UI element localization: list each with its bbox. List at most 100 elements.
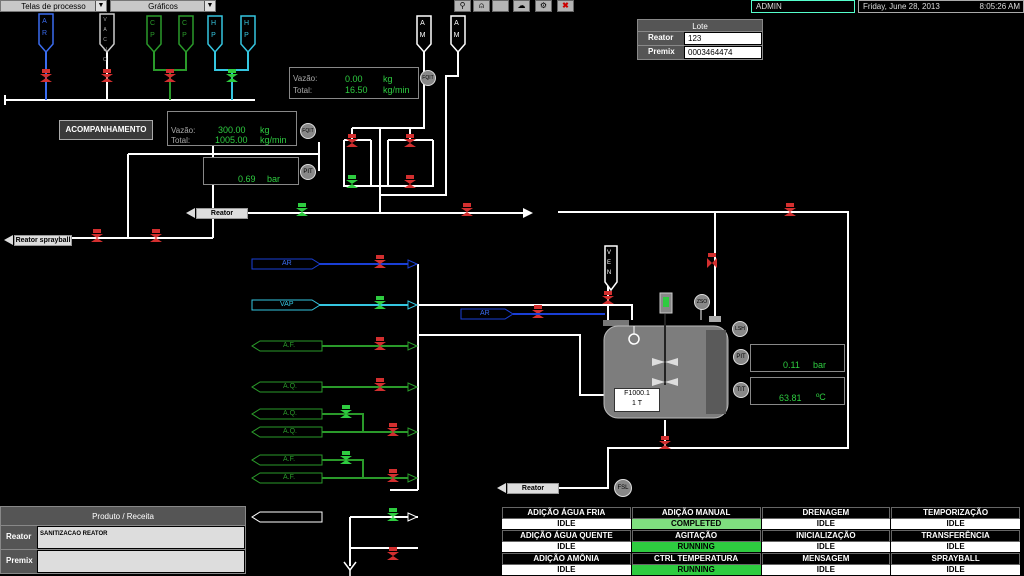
pit-top-label: PIT xyxy=(303,169,313,175)
status-sprayball: SPRAYBALL IDLE xyxy=(891,553,1020,575)
line-label-am-1: A M xyxy=(419,20,426,38)
flow-left-vazao-unit: kg xyxy=(260,125,270,135)
flow-totalizer-top: Vazão: 0.00 kg Total: 16.50 kg/min xyxy=(289,67,419,99)
pressure-display-top: 0.69 bar xyxy=(203,157,299,185)
flow-left-total-label: Total: xyxy=(171,136,191,145)
status-value: COMPLETED xyxy=(631,519,761,529)
tank-pressure-display: 0.11 bar xyxy=(750,344,845,372)
inlet-label-ar-2: AR xyxy=(480,310,490,317)
pressure-top-value: 0.69 xyxy=(238,174,256,184)
produto-reator-label: Reator xyxy=(1,526,37,549)
destination-reator-bottom[interactable]: Reator xyxy=(507,483,559,494)
status-temporizacao: TEMPORIZAÇÃO IDLE xyxy=(891,507,1020,529)
pressure-top-unit: bar xyxy=(267,174,281,184)
flow-top-vazao-unit: kg xyxy=(383,74,393,84)
status-agitacao: AGITAÇÃO RUNNING xyxy=(631,530,761,552)
inlet-label-ar: AR xyxy=(282,260,292,267)
line-label-vacuo: V A C U O xyxy=(102,17,108,62)
line-label-cp-1: C P xyxy=(149,20,156,38)
status-value: IDLE xyxy=(891,519,1020,529)
tank-capacity: 1 T xyxy=(632,400,642,407)
inlet-label-af-3: A.F. xyxy=(283,474,296,481)
inlet-label-aq-2: A.Q. xyxy=(283,410,298,417)
lsh-instrument[interactable]: LSH xyxy=(732,321,748,337)
tank-pressure-unit: bar xyxy=(813,360,827,370)
destination-reator-sprayball[interactable]: Reator sprayball xyxy=(14,235,72,246)
produto-title: Produto / Receita xyxy=(0,506,246,526)
status-adicao-amonia: ADIÇÃO AMÔNIA IDLE xyxy=(502,553,631,575)
status-name: SPRAYBALL xyxy=(891,553,1020,565)
flow-left-vazao-label: Vazão: xyxy=(171,126,196,135)
flow-top-total-unit: kg/min xyxy=(383,85,410,95)
tit-instrument[interactable]: TIT xyxy=(733,382,749,398)
flow-left-total-value: 1005.00 xyxy=(215,135,248,145)
flow-top-vazao-value: 0.00 xyxy=(345,74,363,84)
line-label-hp-2: H P xyxy=(243,20,250,38)
tank-id-box[interactable]: F1000.1 1 T xyxy=(614,388,660,412)
fqit-left-label: FQIT xyxy=(302,128,314,134)
lsh-label: LSH xyxy=(735,326,745,332)
phase-status-grid: ADIÇÃO ÁGUA FRIA IDLE ADIÇÃO MANUAL COMP… xyxy=(502,507,1020,575)
status-name: INICIALIZAÇÃO xyxy=(761,530,891,542)
status-drenagem: DRENAGEM IDLE xyxy=(761,507,891,529)
status-name: ADIÇÃO ÁGUA QUENTE xyxy=(502,530,631,542)
status-name: DRENAGEM xyxy=(761,507,891,519)
status-name: ADIÇÃO MANUAL xyxy=(631,507,761,519)
status-value: IDLE xyxy=(502,519,631,529)
produto-reator-field[interactable]: SANITIZACAO REATOR xyxy=(38,527,244,548)
fsl-label: FSL xyxy=(617,485,629,491)
status-name: ADIÇÃO AMÔNIA xyxy=(502,553,631,565)
pit-tank-instrument[interactable]: PIT xyxy=(733,349,749,365)
status-name: TRANSFERÊNCIA xyxy=(891,530,1020,542)
zso-label: ZSO xyxy=(696,299,708,305)
flow-left-vazao-value: 300.00 xyxy=(218,125,246,135)
status-name: MENSAGEM xyxy=(761,553,891,565)
status-ctrl-temperatura: CTRL TEMPERATURA RUNNING xyxy=(631,553,761,575)
status-value: IDLE xyxy=(761,565,891,575)
tank-temperature-display: 63.81 ºC xyxy=(750,377,845,405)
status-name: ADIÇÃO ÁGUA FRIA xyxy=(502,507,631,519)
flow-top-vazao-label: Vazão: xyxy=(293,74,318,83)
status-name: TEMPORIZAÇÃO xyxy=(891,507,1020,519)
vent-label: V E N xyxy=(606,250,612,275)
produto-premix-field[interactable] xyxy=(38,551,244,572)
flow-totalizer-left: Vazão: 300.00 kg Total: 1005.00 kg/min xyxy=(167,111,297,146)
inlet-label-vap: VAP xyxy=(280,301,294,308)
fqit-top-label: FQIT xyxy=(422,75,434,81)
flow-top-total-label: Total: xyxy=(293,86,313,95)
reator-sprayball-arrow-icon xyxy=(4,235,13,245)
status-value: IDLE xyxy=(891,565,1020,575)
tank-id: F1000.1 xyxy=(624,390,650,397)
flow-left-total-unit: kg/min xyxy=(260,135,287,145)
reator-top-arrow-icon xyxy=(186,208,195,218)
acompanhamento-button[interactable]: ACOMPANHAMENTO xyxy=(59,120,153,140)
fqit-top-instrument[interactable]: FQIT xyxy=(420,70,436,86)
tank-temperature-unit: ºC xyxy=(816,392,826,402)
zso-instrument[interactable]: ZSO xyxy=(694,294,710,310)
status-mensagem: MENSAGEM IDLE xyxy=(761,553,891,575)
status-adicao-agua-fria: ADIÇÃO ÁGUA FRIA IDLE xyxy=(502,507,631,529)
destination-reator-top[interactable]: Reator xyxy=(196,208,248,219)
pit-top-instrument[interactable]: PIT xyxy=(300,164,316,180)
status-value: RUNNING xyxy=(631,542,761,552)
pit-tank-label: PIT xyxy=(736,354,746,360)
tank-pressure-value: 0.11 xyxy=(783,360,800,370)
line-label-ar: A R xyxy=(41,18,48,36)
status-value: IDLE xyxy=(891,542,1020,552)
fqit-left-instrument[interactable]: FQIT xyxy=(300,123,316,139)
inlet-label-af-1: A.F. xyxy=(283,342,296,349)
status-adicao-manual: ADIÇÃO MANUAL COMPLETED xyxy=(631,507,761,529)
tank-temperature-value: 63.81 xyxy=(779,393,802,403)
status-value: RUNNING xyxy=(631,565,761,575)
produto-premix-label: Premix xyxy=(1,550,37,573)
fsl-instrument[interactable]: FSL xyxy=(614,479,632,497)
line-label-cp-2: C P xyxy=(181,20,188,38)
flow-top-total-value: 16.50 xyxy=(345,85,368,95)
reator-bottom-arrow-icon xyxy=(497,483,506,493)
status-inicializacao: INICIALIZAÇÃO IDLE xyxy=(761,530,891,552)
status-value: IDLE xyxy=(761,542,891,552)
inlet-label-af-2: A.F. xyxy=(283,456,296,463)
status-value: IDLE xyxy=(502,542,631,552)
status-value: IDLE xyxy=(761,519,891,529)
status-adicao-agua-quente: ADIÇÃO ÁGUA QUENTE IDLE xyxy=(502,530,631,552)
